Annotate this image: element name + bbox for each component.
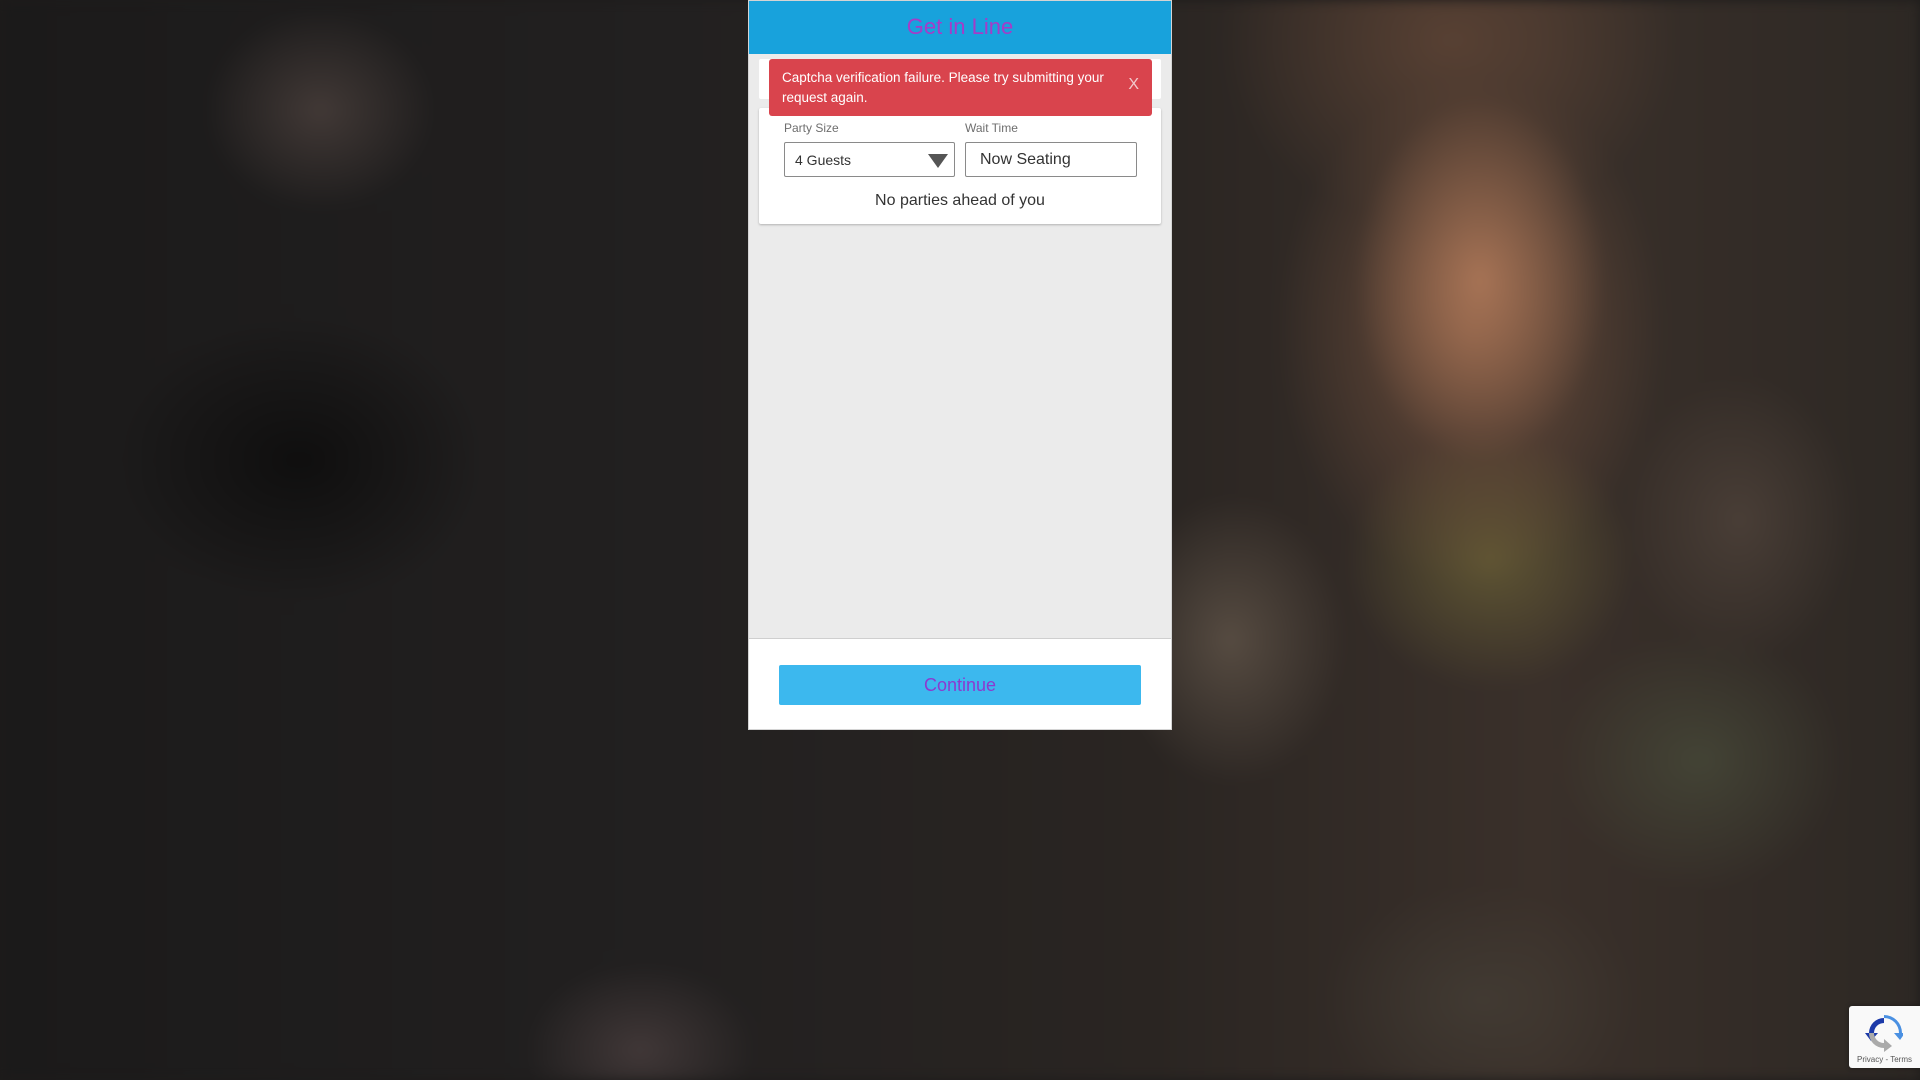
modal-title: Get in Line xyxy=(906,13,1014,39)
recaptcha-badge[interactable]: Privacy - Terms xyxy=(1849,1006,1920,1068)
recaptcha-logo-icon xyxy=(1865,1015,1903,1052)
wait-time-label: Wait Time xyxy=(965,121,1018,135)
alert-message: Captcha verification failure. Please try… xyxy=(782,70,1104,105)
party-size-select[interactable]: 4 Guests xyxy=(784,142,955,177)
continue-button[interactable]: Continue xyxy=(779,665,1141,705)
get-in-line-modal: Get in Line Party Size Wait Time 4 Guest… xyxy=(748,0,1172,730)
recaptcha-privacy-link[interactable]: Privacy xyxy=(1857,1055,1883,1064)
dropdown-arrow-icon xyxy=(928,154,948,168)
queue-status: No parties ahead of you xyxy=(875,192,1045,209)
alert-close-button[interactable]: X xyxy=(1128,77,1139,93)
wait-time-value: Now Seating xyxy=(980,151,1071,168)
party-details-card: Party Size Wait Time 4 Guests Now Seatin… xyxy=(759,108,1161,224)
recaptcha-terms-link[interactable]: Terms xyxy=(1890,1055,1912,1064)
wait-time-field: Now Seating xyxy=(965,142,1137,177)
error-alert: Captcha verification failure. Please try… xyxy=(769,59,1152,116)
modal-footer: Continue xyxy=(749,639,1171,729)
party-size-label: Party Size xyxy=(784,121,839,135)
party-size-value: 4 Guests xyxy=(795,152,852,168)
recaptcha-links: Privacy - Terms xyxy=(1849,1055,1920,1064)
modal-header: Get in Line xyxy=(749,1,1171,54)
